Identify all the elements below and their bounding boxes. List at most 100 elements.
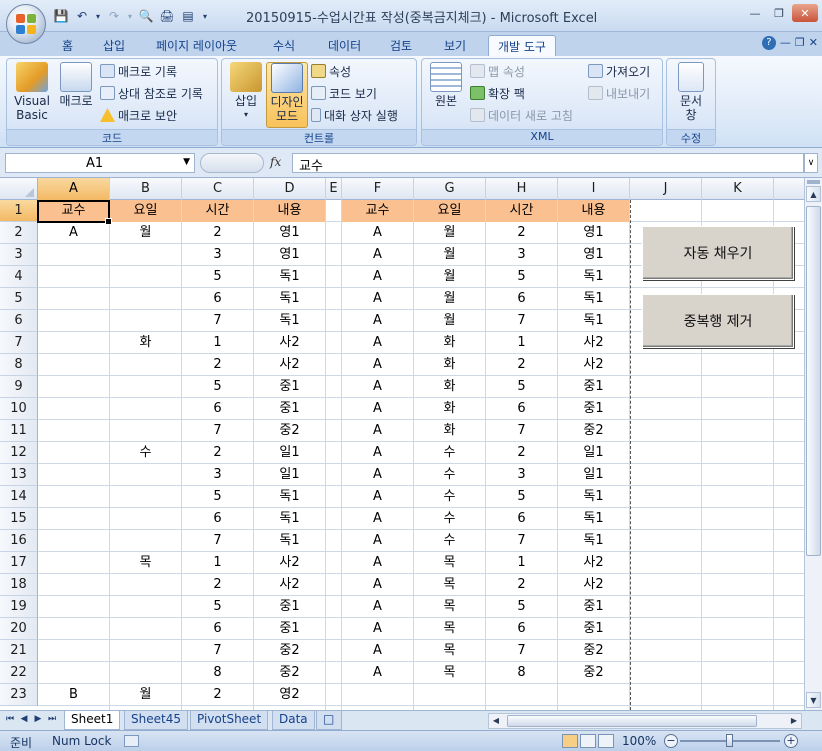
table-cell[interactable]: 일1 bbox=[254, 442, 325, 464]
page-layout-view-icon[interactable] bbox=[580, 734, 596, 748]
visual-basic-button[interactable]: Visual Basic bbox=[9, 62, 55, 122]
customize-qat-icon[interactable]: ▾ bbox=[200, 7, 210, 25]
help-icon[interactable]: ? bbox=[761, 36, 776, 50]
table-cell[interactable]: A bbox=[342, 354, 413, 376]
table-cell[interactable]: 3 bbox=[182, 244, 253, 266]
table-cell[interactable]: 독1 bbox=[254, 508, 325, 530]
document-panel-button[interactable]: 문서 창 bbox=[670, 62, 712, 122]
table-header-cell[interactable]: 요일 bbox=[110, 200, 181, 222]
table-cell[interactable]: 영1 bbox=[558, 244, 629, 266]
column-header-k[interactable]: K bbox=[702, 178, 774, 200]
table-cell[interactable]: 화 bbox=[110, 332, 181, 354]
column-header-d[interactable]: D bbox=[254, 178, 326, 200]
scroll-right-icon[interactable]: ▶ bbox=[787, 714, 801, 728]
row-header-21[interactable]: 21 bbox=[0, 640, 38, 662]
row-header-15[interactable]: 15 bbox=[0, 508, 38, 530]
table-cell[interactable]: 7 bbox=[182, 310, 253, 332]
column-header-b[interactable]: B bbox=[110, 178, 182, 200]
table-cell[interactable]: 5 bbox=[486, 596, 557, 618]
first-sheet-icon[interactable]: ⏮ bbox=[4, 714, 16, 724]
table-cell[interactable]: 사2 bbox=[558, 552, 629, 574]
print-icon[interactable]: 🖨 bbox=[158, 7, 176, 25]
insert-function-icon[interactable]: fx bbox=[270, 155, 281, 169]
table-cell[interactable]: 월 bbox=[414, 222, 485, 244]
table-cell[interactable]: A bbox=[342, 244, 413, 266]
zoom-out-icon[interactable]: − bbox=[664, 734, 678, 748]
row-header-22[interactable]: 22 bbox=[0, 662, 38, 684]
table-cell[interactable]: 중2 bbox=[558, 420, 629, 442]
table-cell[interactable]: 5 bbox=[182, 266, 253, 288]
row-header-13[interactable]: 13 bbox=[0, 464, 38, 486]
table-header-cell[interactable]: 시간 bbox=[182, 200, 253, 222]
expansion-packs-button[interactable]: 확장 팩 bbox=[470, 84, 525, 102]
table-cell[interactable]: 2 bbox=[182, 222, 253, 244]
table-cell[interactable]: 사2 bbox=[558, 332, 629, 354]
table-cell[interactable]: A bbox=[342, 398, 413, 420]
scroll-down-icon[interactable]: ▼ bbox=[806, 692, 821, 708]
table-cell[interactable]: 월 bbox=[110, 684, 181, 706]
row-header-16[interactable]: 16 bbox=[0, 530, 38, 552]
tab-view[interactable]: 보기 bbox=[444, 35, 466, 56]
undo-icon[interactable]: ↶ bbox=[73, 7, 91, 25]
table-cell[interactable]: A bbox=[342, 420, 413, 442]
run-dialog-button[interactable]: 대화 상자 실행 bbox=[311, 106, 398, 124]
column-header-h[interactable]: H bbox=[486, 178, 558, 200]
table-cell[interactable]: 영2 bbox=[254, 684, 325, 706]
table-cell[interactable]: 1 bbox=[182, 332, 253, 354]
row-header-12[interactable]: 12 bbox=[0, 442, 38, 464]
scroll-left-icon[interactable]: ◀ bbox=[489, 714, 503, 728]
table-cell[interactable]: 월 bbox=[414, 288, 485, 310]
table-cell[interactable]: 3 bbox=[486, 464, 557, 486]
table-cell[interactable]: 일1 bbox=[558, 442, 629, 464]
workbook-minimize-icon[interactable]: — bbox=[780, 36, 791, 50]
table-cell[interactable]: 독1 bbox=[558, 530, 629, 552]
table-cell[interactable]: 독1 bbox=[558, 288, 629, 310]
table-cell[interactable]: A bbox=[342, 618, 413, 640]
page-break-preview-icon[interactable] bbox=[598, 734, 614, 748]
table-cell[interactable]: A bbox=[342, 310, 413, 332]
table-cell[interactable]: 1 bbox=[486, 332, 557, 354]
table-cell[interactable]: 수 bbox=[414, 530, 485, 552]
table-cell[interactable]: A bbox=[342, 288, 413, 310]
table-cell[interactable]: 일1 bbox=[254, 464, 325, 486]
table-cell[interactable]: 화 bbox=[414, 354, 485, 376]
minimize-icon[interactable]: — bbox=[744, 4, 766, 22]
restore-icon[interactable]: ❐ bbox=[768, 4, 790, 22]
row-header-1[interactable]: 1 bbox=[0, 200, 38, 222]
table-cell[interactable]: A bbox=[38, 222, 109, 244]
table-cell[interactable]: 2 bbox=[486, 222, 557, 244]
column-header-f[interactable]: F bbox=[342, 178, 414, 200]
table-cell[interactable]: 6 bbox=[182, 398, 253, 420]
name-box-dropdown-icon[interactable]: ▼ bbox=[183, 157, 190, 167]
table-cell[interactable]: 중2 bbox=[254, 420, 325, 442]
table-cell[interactable]: 2 bbox=[486, 442, 557, 464]
table-cell[interactable]: 독1 bbox=[254, 288, 325, 310]
record-macro-button[interactable]: 매크로 기록 bbox=[100, 62, 177, 80]
table-cell[interactable]: 목 bbox=[414, 618, 485, 640]
remove-duplicates-button[interactable]: 중복행 제거 bbox=[642, 294, 794, 348]
table-cell[interactable]: 6 bbox=[182, 618, 253, 640]
column-header-e[interactable]: E bbox=[326, 178, 342, 200]
table-cell[interactable]: 중1 bbox=[558, 618, 629, 640]
row-header-6[interactable]: 6 bbox=[0, 310, 38, 332]
table-cell[interactable]: 2 bbox=[486, 574, 557, 596]
table-cell[interactable]: 2 bbox=[182, 684, 253, 706]
last-sheet-icon[interactable]: ⏭ bbox=[46, 714, 58, 724]
table-cell[interactable]: 월 bbox=[414, 244, 485, 266]
relative-reference-button[interactable]: 상대 참조로 기록 bbox=[100, 84, 203, 102]
table-cell[interactable]: 2 bbox=[182, 354, 253, 376]
table-cell[interactable]: 목 bbox=[414, 552, 485, 574]
xml-source-button[interactable]: 원본 bbox=[426, 62, 466, 108]
table-cell[interactable]: B bbox=[38, 684, 109, 706]
horizontal-scrollbar[interactable]: ◀ ▶ bbox=[488, 713, 802, 729]
table-cell[interactable]: 2 bbox=[182, 442, 253, 464]
autofill-button[interactable]: 자동 채우기 bbox=[642, 226, 794, 280]
table-cell[interactable]: A bbox=[342, 464, 413, 486]
table-header-cell[interactable]: 시간 bbox=[486, 200, 557, 222]
vertical-scroll-thumb[interactable] bbox=[806, 206, 821, 556]
table-cell[interactable]: A bbox=[342, 332, 413, 354]
import-button[interactable]: 가져오기 bbox=[588, 62, 650, 80]
table-cell[interactable]: A bbox=[342, 508, 413, 530]
table-cell[interactable]: 5 bbox=[486, 266, 557, 288]
zoom-slider-thumb[interactable] bbox=[726, 734, 733, 747]
